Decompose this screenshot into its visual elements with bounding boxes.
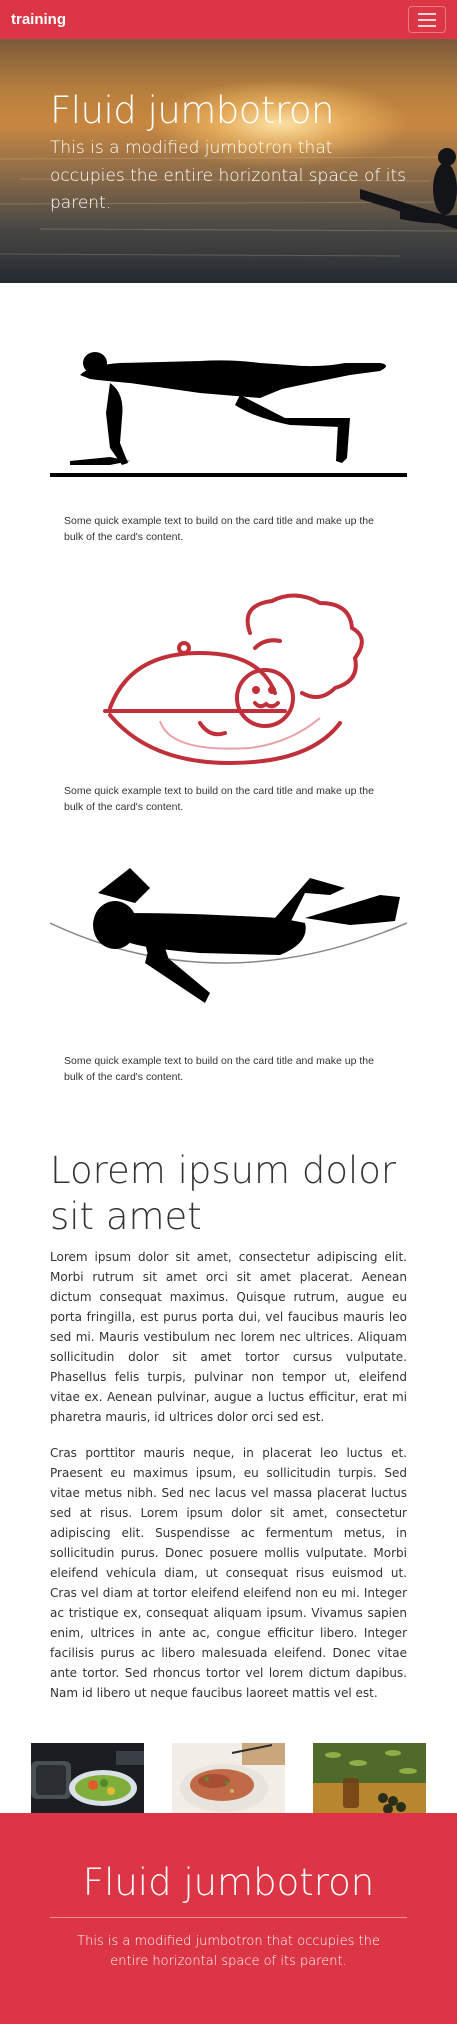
- card-text: Some quick example text to build on the …: [64, 515, 374, 544]
- card: Some quick example text to build on the …: [50, 573, 407, 843]
- chef-serving-logo: [103, 593, 364, 766]
- article: Lorem ipsum dolor sit amet Lorem ipsum d…: [0, 1148, 457, 1703]
- card-text: Some quick example text to build on the …: [64, 1055, 374, 1084]
- footer-lead: This is a modified jumbotron that occupi…: [77, 1934, 380, 1970]
- thumbnail-row: [0, 1742, 457, 1818]
- hamburger-icon-line: [418, 18, 436, 21]
- card: Some quick example text to build on the …: [50, 283, 407, 573]
- footer-jumbotron: Fluid jumbotron This is a modified jumbo…: [0, 1813, 457, 2024]
- navbar-toggler-button[interactable]: [408, 6, 446, 33]
- navbar-brand[interactable]: training: [11, 11, 66, 28]
- grilled-meat-photo[interactable]: [172, 1742, 285, 1818]
- card: Some quick example text to build on the …: [50, 843, 407, 1113]
- hero-lead: This is a modified jumbotron that occupi…: [50, 138, 407, 213]
- article-title: Lorem ipsum dolor sit amet: [50, 1149, 397, 1239]
- plank-exercise-silhouette: [50, 352, 407, 477]
- card-list: Some quick example text to build on the …: [0, 283, 457, 1113]
- dumbbell-vegetables-photo[interactable]: [31, 1742, 144, 1818]
- hero-jumbotron: Fluid jumbotron This is a modified jumbo…: [0, 39, 457, 283]
- article-paragraph: Cras porttitor mauris neque, in placerat…: [50, 1445, 407, 1700]
- hammock-rest-silhouette: [50, 868, 407, 1003]
- article-paragraph: Lorem ipsum dolor sit amet, consectetur …: [50, 1249, 407, 1424]
- hamburger-icon: [418, 12, 436, 15]
- card-text: Some quick example text to build on the …: [64, 785, 374, 814]
- olive-oil-photo[interactable]: [313, 1742, 426, 1818]
- hamburger-icon-line: [418, 24, 436, 27]
- navbar: training: [0, 0, 457, 39]
- footer-divider: [50, 1917, 407, 1919]
- hero-title: Fluid jumbotron: [50, 89, 334, 132]
- footer-title: Fluid jumbotron: [82, 1861, 375, 1904]
